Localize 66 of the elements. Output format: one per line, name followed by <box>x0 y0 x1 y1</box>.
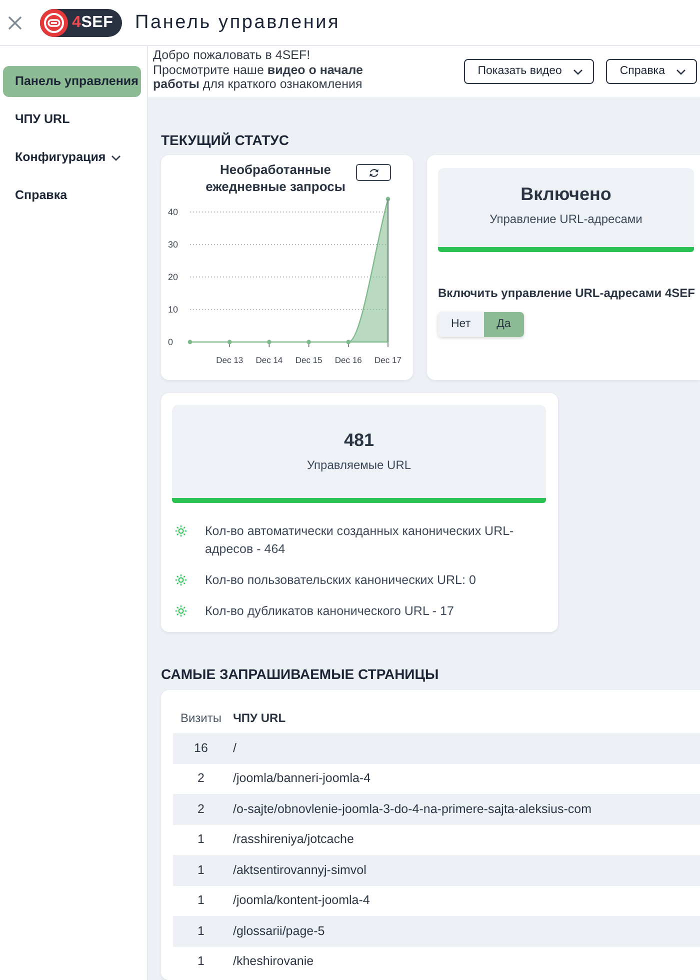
dropdown-button[interactable]: Показать видео <box>464 59 594 84</box>
axis-label: Dec 15 <box>295 355 322 365</box>
axis-label: Dec 14 <box>256 355 283 365</box>
chevron-down-icon <box>676 68 686 74</box>
sidebar-item[interactable]: Справка <box>3 180 141 211</box>
table-cell: /kheshirovanie <box>229 946 700 977</box>
table-cell: /aktsentirovannyj-simvol <box>229 855 700 886</box>
data-point <box>227 340 232 344</box>
sidebar-item[interactable]: Конфигурация <box>3 142 141 173</box>
table-cell: /rasshireniya/jotcache <box>229 824 700 855</box>
page-title: Панель управления <box>135 10 340 34</box>
data-point <box>346 340 351 344</box>
axis-label: 0 <box>168 337 174 347</box>
axis-label: 30 <box>168 240 178 250</box>
table-cell: 2 <box>173 764 229 794</box>
dropdown-button[interactable]: Справка <box>606 59 697 84</box>
axis-label: 20 <box>168 272 178 282</box>
sun-icon <box>175 574 187 586</box>
table-cell: 1 <box>173 824 229 855</box>
table-cell: /joomla/kontent-joomla-4 <box>229 886 700 916</box>
toggle-option[interactable]: Да <box>484 312 524 338</box>
status-value: Включено <box>520 183 612 205</box>
data-point <box>386 196 390 202</box>
table-cell: 1 <box>173 916 229 946</box>
column-header: Визиты <box>173 702 229 733</box>
stats-label: Управляемые URL <box>306 458 412 473</box>
table-cell: /joomla/banneri-joomla-4 <box>229 764 700 794</box>
data-point <box>188 340 192 344</box>
chevron-down-icon <box>572 68 583 74</box>
logo-text: 4SEF <box>72 14 114 32</box>
stat-text: Кол-во пользовательских канонических URL: 0 <box>205 572 477 589</box>
table-cell: 16 <box>173 733 229 764</box>
sidebar-item[interactable]: Панель управления <box>3 66 141 97</box>
stats-value: 481 <box>344 429 374 451</box>
toggle-option[interactable]: Нет <box>438 312 484 338</box>
sun-icon <box>175 605 187 617</box>
table-cell: 1 <box>173 855 229 886</box>
status-label: Управление URL-адресами <box>490 212 642 227</box>
refresh-icon <box>368 168 378 178</box>
axis-label: Dec 13 <box>216 355 244 365</box>
axis-label: Dec 17 <box>374 355 402 365</box>
data-point <box>306 340 311 344</box>
switch-label: Включить управление URL-адресами 4SEF <box>438 286 696 301</box>
table-cell: /o-sajte/obnovlenie-joomla-3-do-4-na-primere-sajta-aleksius-com <box>229 794 700 824</box>
welcome-heading: Добро пожаловать в 4SEF! <box>153 48 312 62</box>
section-heading: САМЫЕ ЗАПРАШИВАЕМЫЕ СТРАНИЦЫ <box>161 666 440 683</box>
sidebar-item[interactable]: ЧПУ URL <box>3 104 141 135</box>
table-cell: 2 <box>173 794 229 824</box>
link-icon <box>40 8 68 36</box>
axis-label: 40 <box>168 207 178 217</box>
axis-label: 10 <box>168 304 178 314</box>
table-cell: /glossarii/page-5 <box>229 916 700 946</box>
close-icon[interactable] <box>8 16 22 30</box>
welcome-text: Просмотрите наше видео о начале работы для краткого ознакомления <box>153 62 364 92</box>
table-cell: 1 <box>173 886 229 916</box>
section-heading: ТЕКУЩИЙ СТАТУС <box>161 132 290 149</box>
data-point <box>267 340 272 344</box>
refresh-button[interactable] <box>356 164 391 181</box>
chart-title: Необработанные ежедневные запросы <box>204 161 346 195</box>
sun-icon <box>175 525 187 537</box>
table-cell: 1 <box>173 946 229 977</box>
table-cell: / <box>229 733 700 764</box>
axis-label: Dec 16 <box>334 355 362 365</box>
column-header: ЧПУ URL <box>229 702 700 733</box>
stat-text: Кол-во автоматически созданных канонических URL-адресов - 464 <box>205 523 515 558</box>
stat-text: Кол-во дубликатов канонического URL - 17 <box>205 603 455 620</box>
